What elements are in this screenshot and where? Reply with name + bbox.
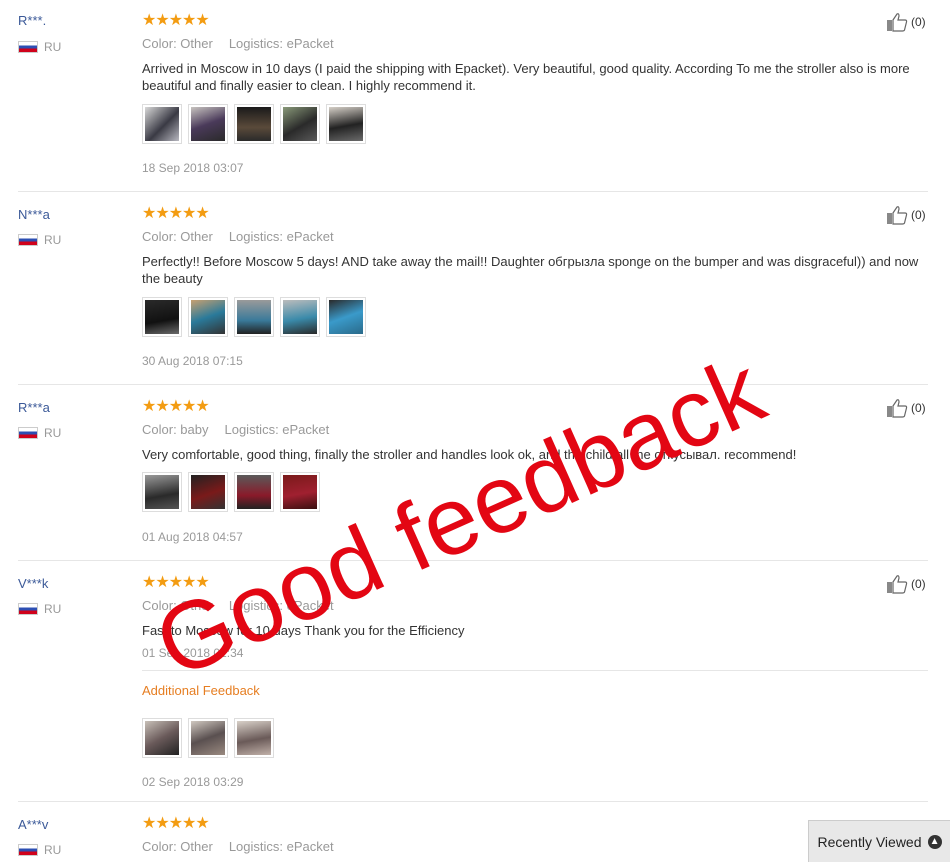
color-option: Color: Other bbox=[142, 36, 213, 51]
country-code: RU bbox=[44, 602, 62, 616]
russia-flag-icon bbox=[18, 234, 38, 246]
review-photos bbox=[142, 472, 320, 512]
review-photo[interactable] bbox=[142, 718, 182, 758]
thumbs-up-icon bbox=[887, 575, 908, 594]
thumbs-up-icon bbox=[887, 13, 908, 32]
reviewer-country: RU bbox=[18, 843, 61, 857]
review-photo[interactable] bbox=[326, 104, 366, 144]
like-count: (0) bbox=[911, 208, 926, 222]
review-divider bbox=[18, 384, 928, 385]
reviewer-country: RU bbox=[18, 426, 61, 440]
country-code: RU bbox=[44, 40, 62, 54]
review-divider bbox=[18, 801, 928, 802]
additional-feedback-divider bbox=[142, 670, 928, 671]
reviewer-name[interactable]: N***a bbox=[18, 207, 50, 222]
country-code: RU bbox=[44, 233, 62, 247]
review-divider bbox=[18, 560, 928, 561]
color-option: Color: Other bbox=[142, 229, 213, 244]
country-code: RU bbox=[44, 426, 62, 440]
review-date: 01 Sep 2018 02:34 bbox=[142, 646, 244, 660]
review-photo[interactable] bbox=[280, 104, 320, 144]
russia-flag-icon bbox=[18, 603, 38, 615]
star-rating: ★★★★★ bbox=[142, 12, 210, 29]
review-text: Very comfortable, good thing, finally th… bbox=[142, 447, 797, 462]
russia-flag-icon bbox=[18, 427, 38, 439]
review-date: 30 Aug 2018 07:15 bbox=[142, 354, 243, 368]
color-option: Color: baby bbox=[142, 422, 209, 437]
star-rating: ★★★★★ bbox=[142, 398, 210, 415]
color-option: Color: Other bbox=[142, 839, 213, 854]
review-photo[interactable] bbox=[142, 104, 182, 144]
reviewer-name[interactable]: V***k bbox=[18, 576, 48, 591]
like-button[interactable]: (0) bbox=[886, 398, 926, 418]
thumbs-up-icon bbox=[887, 399, 908, 418]
logistics-option: Logistics: ePacket bbox=[224, 422, 330, 437]
review-meta: Color: Other Logistics: ePacket bbox=[142, 839, 350, 854]
review-photo[interactable] bbox=[188, 718, 228, 758]
color-option: Color: Other bbox=[142, 598, 213, 613]
review-text: Perfectly!! Before Moscow 5 days! AND ta… bbox=[142, 254, 919, 286]
review-meta: Color: Other Logistics: ePacket bbox=[142, 36, 350, 51]
review-photos bbox=[142, 104, 366, 144]
like-button[interactable]: (0) bbox=[886, 205, 926, 225]
like-count: (0) bbox=[911, 15, 926, 29]
chevron-up-icon: ▲ bbox=[927, 834, 942, 849]
review-date: 18 Sep 2018 03:07 bbox=[142, 161, 244, 175]
logistics-option: Logistics: ePacket bbox=[228, 36, 334, 51]
review-photo[interactable] bbox=[188, 104, 228, 144]
logistics-option: Logistics: ePacket bbox=[228, 598, 334, 613]
review-photo[interactable] bbox=[234, 718, 274, 758]
review-photo[interactable] bbox=[234, 472, 274, 512]
review-meta: Color: Other Logistics: ePacket bbox=[142, 229, 350, 244]
reviewer-name[interactable]: A***v bbox=[18, 817, 48, 832]
like-button[interactable]: (0) bbox=[886, 574, 926, 594]
review-photo[interactable] bbox=[142, 472, 182, 512]
review-date: 01 Aug 2018 04:57 bbox=[142, 530, 243, 544]
logistics-option: Logistics: ePacket bbox=[228, 839, 334, 854]
like-count: (0) bbox=[911, 401, 926, 415]
additional-feedback-date: 02 Sep 2018 03:29 bbox=[142, 775, 244, 789]
review-photo[interactable] bbox=[234, 104, 274, 144]
star-rating: ★★★★★ bbox=[142, 815, 210, 832]
review-photo[interactable] bbox=[280, 297, 320, 337]
recently-viewed-label: Recently Viewed bbox=[817, 833, 922, 850]
star-rating: ★★★★★ bbox=[142, 205, 210, 222]
reviewer-name[interactable]: R***. bbox=[18, 13, 46, 28]
review-meta: Color: baby Logistics: ePacket bbox=[142, 422, 345, 437]
country-code: RU bbox=[44, 843, 62, 857]
additional-feedback-label: Additional Feedback bbox=[142, 683, 260, 698]
review-photos bbox=[142, 297, 366, 337]
like-count: (0) bbox=[911, 577, 926, 591]
review-text: Arrived in Moscow in 10 days (I paid the… bbox=[142, 61, 910, 93]
reviewer-country: RU bbox=[18, 602, 61, 616]
review-photo[interactable] bbox=[142, 297, 182, 337]
russia-flag-icon bbox=[18, 41, 38, 53]
like-button[interactable]: (0) bbox=[886, 12, 926, 32]
star-rating: ★★★★★ bbox=[142, 574, 210, 591]
logistics-option: Logistics: ePacket bbox=[228, 229, 334, 244]
russia-flag-icon bbox=[18, 844, 38, 856]
reviewer-name[interactable]: R***a bbox=[18, 400, 50, 415]
reviewer-country: RU bbox=[18, 40, 61, 54]
review-photo[interactable] bbox=[188, 472, 228, 512]
review-divider bbox=[18, 191, 928, 192]
thumbs-up-icon bbox=[887, 206, 908, 225]
additional-review-photos bbox=[142, 718, 274, 758]
review-text: Fast to Moscow for 10 days Thank you for… bbox=[142, 623, 465, 638]
reviewer-country: RU bbox=[18, 233, 61, 247]
review-photo[interactable] bbox=[188, 297, 228, 337]
review-photo[interactable] bbox=[280, 472, 320, 512]
review-photo[interactable] bbox=[234, 297, 274, 337]
review-photo[interactable] bbox=[326, 297, 366, 337]
review-meta: Color: Other Logistics: ePacket bbox=[142, 598, 350, 613]
recently-viewed-button[interactable]: Recently Viewed ▲ bbox=[808, 820, 950, 862]
